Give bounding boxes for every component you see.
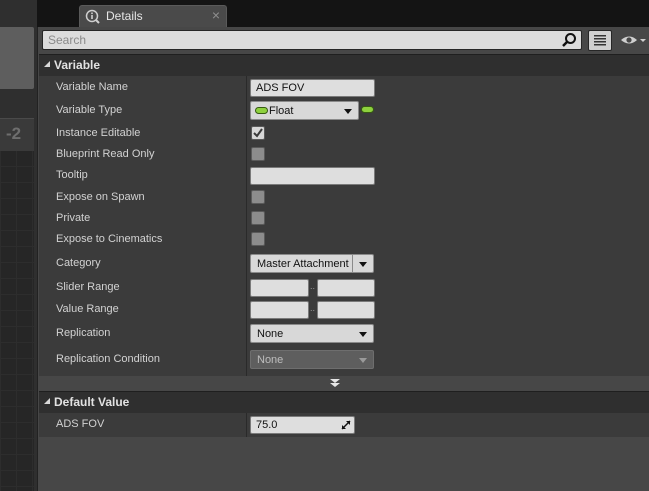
tab-title: Details xyxy=(106,9,143,23)
expose-to-cinematics-checkbox[interactable] xyxy=(251,232,265,246)
property-label: ADS FOV xyxy=(56,418,105,430)
value-range-max-field[interactable] xyxy=(317,301,375,319)
category-dropdown[interactable]: Master Attachment xyxy=(250,254,374,273)
row-variable-type: Variable Type Float xyxy=(39,100,649,121)
ads-fov-value: 75.0 xyxy=(256,419,278,431)
show-advanced-icon[interactable] xyxy=(329,378,341,388)
row-value-range: Value Range .. xyxy=(39,299,649,320)
details-panel: Variable Variable Name ADS FOV Variable … xyxy=(37,27,649,491)
drag-handle-icon[interactable] xyxy=(341,420,351,430)
collapse-caret-icon[interactable] xyxy=(44,398,50,404)
property-label: Replication xyxy=(56,327,111,339)
property-label: Slider Range xyxy=(56,281,120,293)
category-value: Master Attachment xyxy=(257,258,349,270)
chevron-down-icon xyxy=(359,262,367,267)
section-default-value-header[interactable]: Default Value xyxy=(39,391,649,413)
graph-editor-area xyxy=(0,118,34,491)
property-label: Blueprint Read Only xyxy=(56,148,155,160)
variable-name-field[interactable]: ADS FOV xyxy=(250,79,375,97)
row-instance-editable: Instance Editable xyxy=(39,123,649,144)
expose-on-spawn-checkbox[interactable] xyxy=(251,190,265,204)
ads-fov-value-field[interactable]: 75.0 xyxy=(250,416,355,434)
tooltip-field[interactable] xyxy=(250,167,375,185)
replication-condition-value: None xyxy=(257,354,284,366)
default-value-properties: ADS FOV 75.0 xyxy=(39,413,649,437)
range-separator: .. xyxy=(310,303,316,313)
property-label: Category xyxy=(56,257,101,269)
private-checkbox[interactable] xyxy=(251,211,265,225)
empty-panel-area xyxy=(39,437,649,491)
eye-icon xyxy=(621,36,646,44)
replication-dropdown[interactable]: None xyxy=(250,324,374,343)
variable-properties: Variable Name ADS FOV Variable Type Floa… xyxy=(39,76,649,376)
search-row xyxy=(42,30,648,52)
viewport-preview xyxy=(0,27,34,89)
row-ads-fov: ADS FOV 75.0 xyxy=(39,414,649,435)
graph-label: -2 xyxy=(6,124,22,143)
property-label: Variable Name xyxy=(56,81,128,93)
property-label: Variable Type xyxy=(56,104,123,116)
collapse-caret-icon[interactable] xyxy=(44,61,50,67)
row-category: Category Master Attachment xyxy=(39,253,649,274)
row-replication-condition: Replication Condition None xyxy=(39,349,649,370)
blueprint-read-only-checkbox[interactable] xyxy=(251,147,265,161)
float-pin-icon xyxy=(255,107,268,114)
row-replication: Replication None xyxy=(39,323,649,344)
search-icon[interactable] xyxy=(561,32,577,48)
chevron-down-icon xyxy=(344,109,352,114)
variable-type-value: Float xyxy=(269,105,294,117)
visibility-options-button[interactable] xyxy=(618,30,648,51)
property-label: Value Range xyxy=(56,303,119,315)
search-box xyxy=(42,30,582,50)
slider-range-max-field[interactable] xyxy=(317,279,375,297)
property-label: Expose on Spawn xyxy=(56,191,145,203)
row-slider-range: Slider Range .. xyxy=(39,277,649,298)
section-title: Default Value xyxy=(54,395,130,409)
property-label: Replication Condition xyxy=(56,353,160,365)
row-tooltip: Tooltip xyxy=(39,165,649,186)
row-private: Private xyxy=(39,208,649,229)
row-expose-on-spawn: Expose on Spawn xyxy=(39,187,649,208)
chevron-down-icon xyxy=(359,332,367,337)
section-title: Variable xyxy=(54,58,101,72)
replication-value: None xyxy=(257,328,284,340)
close-icon[interactable]: × xyxy=(212,7,220,23)
row-variable-name: Variable Name ADS FOV xyxy=(39,77,649,98)
search-input[interactable] xyxy=(43,31,558,49)
list-view-button[interactable] xyxy=(588,30,612,51)
slider-range-min-field[interactable] xyxy=(250,279,309,297)
row-expose-to-cinematics: Expose to Cinematics xyxy=(39,229,649,250)
property-label: Instance Editable xyxy=(56,127,141,139)
container-type-icon[interactable] xyxy=(361,106,374,113)
checkmark-icon xyxy=(253,128,263,138)
details-icon xyxy=(85,9,100,24)
instance-editable-checkbox[interactable] xyxy=(251,126,265,140)
tab-details[interactable]: Details × xyxy=(79,5,227,27)
property-label: Private xyxy=(56,212,91,224)
row-blueprint-read-only: Blueprint Read Only xyxy=(39,144,649,165)
chevron-down-icon xyxy=(359,358,367,363)
tab-bar: Details × xyxy=(37,0,649,27)
value-range-min-field[interactable] xyxy=(250,301,309,319)
section-variable-header[interactable]: Variable xyxy=(39,54,649,76)
list-icon xyxy=(594,35,606,46)
property-label: Expose to Cinematics xyxy=(56,233,163,245)
property-label: Tooltip xyxy=(56,169,88,181)
replication-condition-dropdown: None xyxy=(250,350,374,369)
combo-divider xyxy=(352,255,353,272)
range-separator: .. xyxy=(310,281,316,291)
variable-type-dropdown[interactable]: Float xyxy=(250,101,359,120)
